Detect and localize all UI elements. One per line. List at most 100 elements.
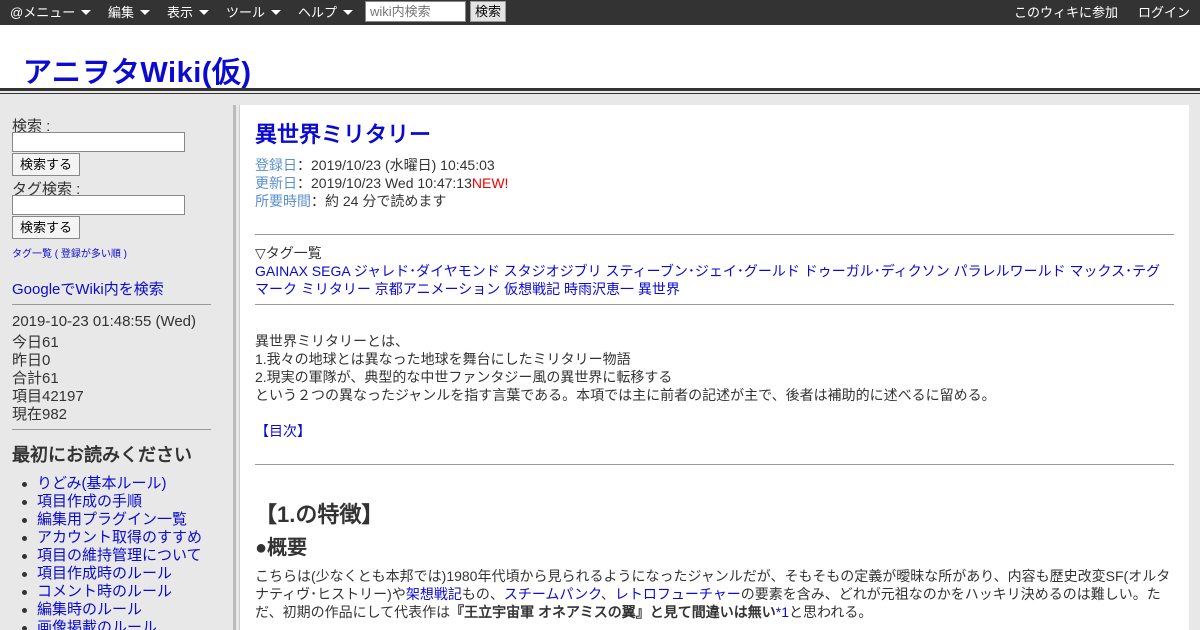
sidebar-divider [12,429,211,430]
intro-line: 1.我々の地球とは異なった地球を舞台にしたミリタリー物語 [255,351,631,367]
tag-link[interactable]: SEGA [312,263,350,279]
body-text: 、 [600,586,615,602]
body-link[interactable]: レトロフューチャー [615,586,741,602]
chevron-down-icon [271,10,282,16]
subsection-heading: ●概要 [255,537,308,559]
tag-list-link[interactable]: タグ一覧 ( 登録が多い順 ) [12,249,127,260]
tag-list-toggle[interactable]: ▽タグ一覧 [255,243,322,263]
top-menu-bar: @メニュー 編集 表示 ツール ヘルプ 検索 このウィキに参加 ログイン [0,0,1200,25]
read-first-link[interactable]: りどみ(基本ルール) [37,475,167,492]
read-first-link[interactable]: コメント時のルール [37,583,172,600]
tools-menu-label: ツール [226,5,266,20]
reading-time: 所要時間：約 24 分で読めます [255,191,446,211]
tag-link[interactable]: ミリタリー [301,281,371,297]
help-menu-label: ヘルプ [298,5,338,20]
join-wiki-link[interactable]: このウィキに参加 [1014,0,1118,25]
intro-line: という２つの異なったジャンルを指す言葉である。本項では主に前者の記述が主で、後者… [255,387,996,403]
help-menu-dropdown[interactable]: ヘルプ [298,0,354,25]
list-item: 編集時のルール [21,601,202,619]
tag-list-links: タグ一覧 ( 登録が多い順 ) [12,245,127,260]
site-title-link[interactable]: アニヲタWiki(仮) [23,49,252,91]
tag-search-input[interactable] [12,195,185,215]
body-text: と思われる。 [789,604,873,620]
tag-link[interactable]: マックス･テグ [1070,263,1161,279]
tools-menu-dropdown[interactable]: ツール [226,0,282,25]
tag-link[interactable]: スティーブン･ジェイ･グールド [606,263,800,279]
read-first-link[interactable]: 画像掲載のルール [37,619,157,630]
sidebar: 検索 : 検索する タグ検索 : 検索する タグ一覧 ( 登録が多い順 ) Go… [0,95,233,630]
list-item: アカウント取得のすすめ [21,529,202,547]
list-item: コメント時のルール [21,583,202,601]
read-first-link[interactable]: 項目作成の手順 [37,493,142,510]
section-heading: 【1.の特徴】 [255,502,384,527]
list-item: 項目作成時のルール [21,565,202,583]
chevron-down-icon [199,10,210,16]
registered-date: 登録日：2019/10/23 (水曜日) 10:45:03 [255,155,495,175]
header-divider [0,89,1200,94]
sidebar-search-button[interactable]: 検索する [12,153,81,176]
divider [255,464,1174,465]
tag-link[interactable]: 異世界 [638,281,680,297]
stats-datetime: 2019-10-23 01:48:55 (Wed) [12,313,197,330]
intro-line: 異世界ミリタリーとは、 [255,333,409,349]
chevron-down-icon [81,10,92,16]
body-text: だ、初期の作品にして代表作は [255,604,451,620]
tag-link[interactable]: ジャレド･ダイヤモンド [354,263,500,279]
read-first-link[interactable]: 編集用プラグイン一覧 [37,511,187,528]
list-item: 画像掲載のルール [21,619,202,630]
body-text: ナティヴ･ヒストリー)や [255,586,406,602]
wiki-search-input[interactable] [365,1,466,22]
read-first-link[interactable]: 項目作成時のルール [37,565,172,582]
divider [255,234,1174,235]
chevron-down-icon [343,10,354,16]
tag-link[interactable]: 京都アニメーション [375,281,500,297]
wiki-search-button[interactable]: 検索 [470,1,506,22]
footnote-link[interactable]: *1 [776,604,789,620]
updated-date: 更新日：2019/10/23 Wed 10:47:13NEW! [255,173,508,193]
readtime-label: 所要時間 [255,193,311,209]
at-menu-dropdown[interactable]: @メニュー [10,0,92,25]
column-divider [233,105,236,630]
tag-link[interactable]: パラレルワールド [954,263,1066,279]
tag-link[interactable]: ドゥーガル･ディクソン [804,263,950,279]
read-first-link[interactable]: 編集時のルール [37,601,142,618]
page-title: 異世界ミリタリー [255,122,432,147]
login-link[interactable]: ログイン [1138,0,1190,25]
tag-link[interactable]: スタジオジブリ [504,263,602,279]
tag-link[interactable]: GAINAX [255,263,308,279]
readtime-value: ：約 24 分で読めます [311,193,447,209]
new-badge: NEW! [471,175,509,191]
body-line: だ、初期の作品にして代表作は『王立宇宙軍 オネアミスの翼』と見て間違いは無い*1… [255,602,872,622]
body-bold-text: 『王立宇宙軍 オネアミスの翼』と見て間違いは無い [450,604,776,620]
body-link[interactable]: スチームパンク [504,586,601,602]
body-link[interactable]: 架想戦記 [406,586,462,602]
tag-search-button[interactable]: 検索する [12,216,81,239]
tag-list-prefix: タグ一覧 ( [12,249,61,260]
tag-list-popular-link: 登録が多い順 [60,249,121,260]
edit-menu-label: 編集 [108,5,135,20]
google-search-link[interactable]: GoogleでWiki内を検索 [12,278,164,299]
registered-value: ：2019/10/23 (水曜日) 10:45:03 [297,157,495,173]
tag-line: GAINAX SEGA ジャレド･ダイヤモンド スタジオジブリ スティーブン･ジ… [255,261,1160,281]
body-text: もの、 [461,586,504,602]
list-item: 項目の維持管理について [21,547,202,565]
body-line: こちらは(少なくとも本邦では)1980年代頃から見られるようになったジャンルだが… [255,568,1171,584]
tag-link[interactable]: マーク [255,281,297,297]
updated-value: ：2019/10/23 Wed 10:47:13 [297,175,472,191]
edit-menu-dropdown[interactable]: 編集 [108,0,151,25]
tag-link[interactable]: 仮想戦記 [504,281,560,297]
tag-list-suffix: ) [120,249,127,260]
read-first-link[interactable]: 項目の維持管理について [37,547,202,564]
at-menu-label: @メニュー [10,5,76,20]
tag-line: マーク ミリタリー 京都アニメーション 仮想戦記 時雨沢恵一 異世界 [255,279,680,299]
sidebar-search-input[interactable] [12,132,185,152]
tag-link[interactable]: 時雨沢恵一 [564,281,634,297]
read-first-heading: 最初にお読みください [12,445,192,465]
view-menu-dropdown[interactable]: 表示 [167,0,210,25]
read-first-link[interactable]: アカウント取得のすすめ [37,529,202,546]
view-menu-label: 表示 [167,5,194,20]
list-item: 編集用プラグイン一覧 [21,511,202,529]
registered-label: 登録日 [255,157,297,173]
sidebar-divider [12,304,211,305]
toc-link[interactable]: 【目次】 [255,421,311,441]
